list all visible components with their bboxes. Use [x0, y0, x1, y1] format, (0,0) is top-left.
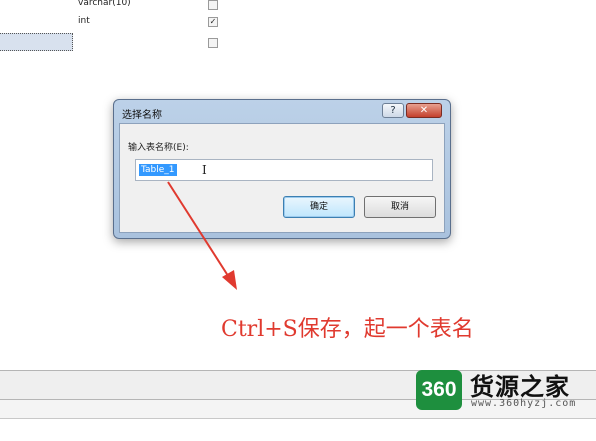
watermark-logo: 360: [416, 370, 462, 410]
instruction-annotation: Ctrl+S保存，起一个表名: [221, 317, 474, 342]
watermark-name: 货源之家: [470, 373, 570, 401]
watermark-url: www.360hyzj.com: [471, 398, 577, 409]
